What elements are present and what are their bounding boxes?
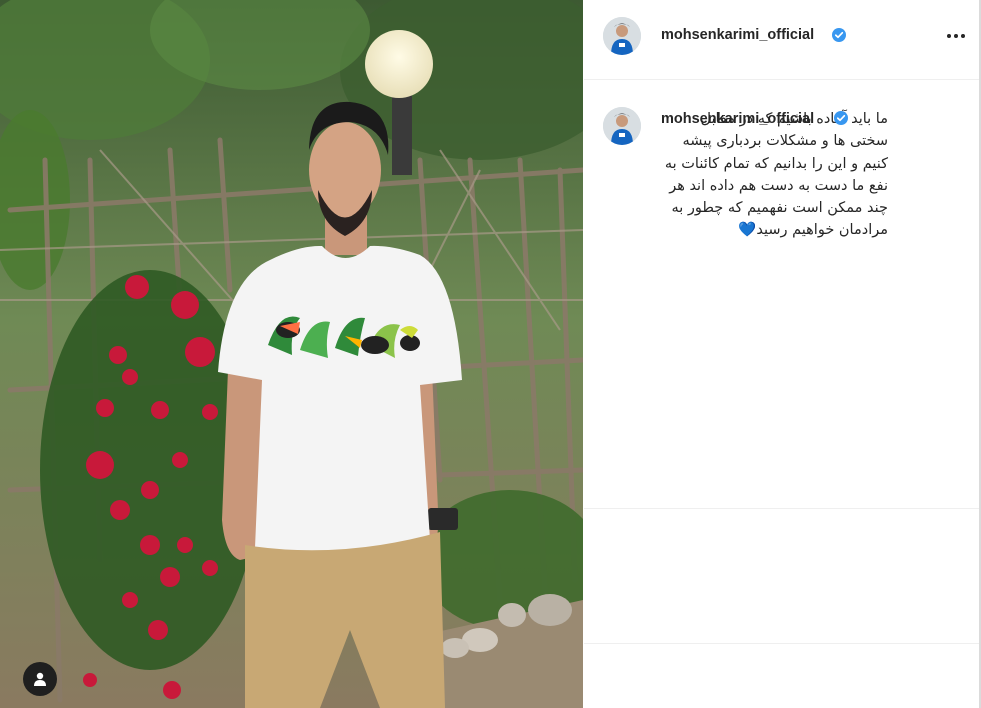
- post-header: mohsenkarimi_official: [584, 0, 979, 80]
- post-photo[interactable]: [0, 0, 583, 708]
- user-tag-icon[interactable]: [23, 662, 57, 696]
- caption-username-link[interactable]: mohsenkarimi_official: [661, 111, 814, 127]
- blue-heart-emoji: 💙: [738, 222, 757, 239]
- avatar[interactable]: [603, 17, 641, 55]
- photo-illustration: [0, 0, 583, 708]
- divider: [584, 643, 979, 644]
- username-link[interactable]: mohsenkarimi_official: [661, 27, 814, 43]
- more-horizontal-icon[interactable]: [944, 26, 968, 46]
- verified-badge-icon: [832, 28, 846, 42]
- avatar[interactable]: [603, 107, 641, 145]
- caption-body: ما باید آماده باشیم که در مقابل سختی ها …: [660, 111, 888, 239]
- instagram-post-view: mohsenkarimi_official ما باید آماده باشی…: [0, 0, 981, 708]
- post-side-panel: mohsenkarimi_official ما باید آماده باشی…: [584, 0, 981, 708]
- verified-badge-icon: [834, 111, 848, 125]
- divider: [584, 508, 979, 509]
- caption-text: ما باید آماده باشیم که در مقابل سختی ها …: [662, 108, 888, 242]
